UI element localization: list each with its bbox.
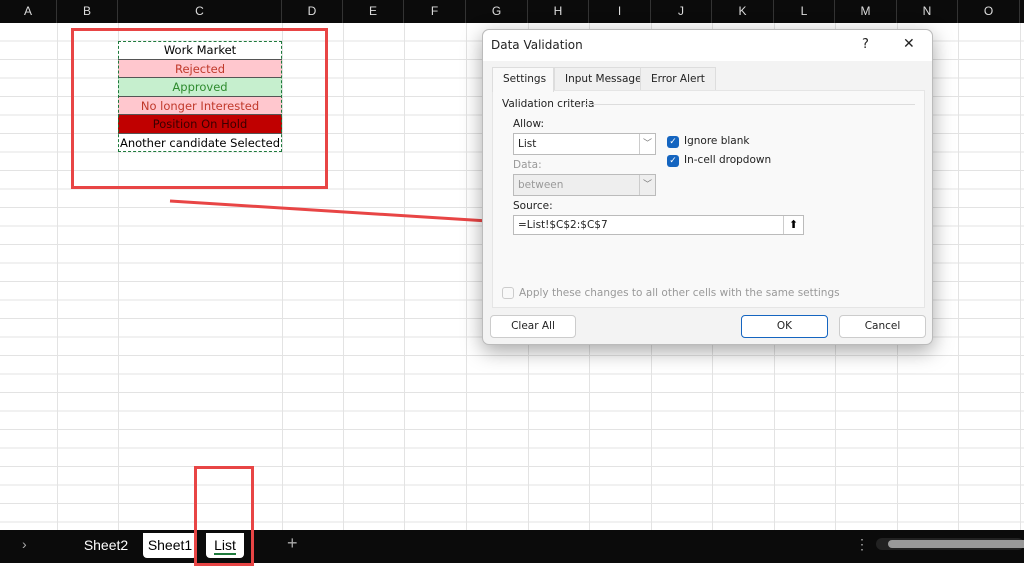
more-options-icon[interactable]: ⋮ — [855, 536, 869, 553]
data-validation-dialog: Data Validation ? ✕ Settings Input Messa… — [482, 29, 933, 345]
annotation-box-list-tab — [194, 466, 254, 566]
dialog-titlebar: Data Validation ? ✕ — [483, 30, 932, 61]
data-value: between — [518, 179, 564, 191]
horizontal-scrollbar[interactable] — [876, 538, 1024, 550]
close-icon[interactable]: ✕ — [903, 36, 915, 52]
data-select: between ﹀ — [513, 174, 656, 196]
chevron-down-icon: ﹀ — [639, 175, 655, 195]
allow-select[interactable]: List ﹀ — [513, 133, 656, 155]
clear-all-button[interactable]: Clear All — [490, 315, 576, 338]
cancel-button[interactable]: Cancel — [839, 315, 926, 338]
ignore-blank-label: Ignore blank — [684, 135, 750, 147]
collapse-upload-icon[interactable]: ⬆ — [783, 216, 803, 234]
divider — [583, 104, 915, 105]
source-label: Source: — [513, 200, 553, 212]
sheet-tab-bar: › Sheet2 Sheet1 List + ⋮ — [0, 530, 1024, 563]
apply-all-checkbox — [502, 287, 514, 299]
sheet-tab-sheet1[interactable]: Sheet1 — [143, 533, 197, 558]
dialog-title: Data Validation — [491, 38, 583, 52]
settings-panel: Validation criteria Allow: List ﹀ Data: b… — [492, 90, 925, 308]
ok-button[interactable]: OK — [741, 315, 828, 338]
sheet-tab-sheet2[interactable]: Sheet2 — [80, 533, 132, 558]
section-label: Validation criteria — [502, 98, 595, 110]
incell-dropdown-checkbox[interactable]: ✓ — [667, 155, 679, 167]
chevron-right-icon[interactable]: › — [22, 536, 27, 552]
tab-settings[interactable]: Settings — [492, 67, 554, 92]
tab-input-message[interactable]: Input Message — [554, 67, 653, 91]
source-value: =List!$C$2:$C$7 — [518, 219, 608, 231]
add-sheet-button[interactable]: + — [287, 533, 298, 554]
help-button[interactable]: ? — [862, 37, 869, 52]
allow-value: List — [518, 138, 537, 150]
ignore-blank-checkbox[interactable]: ✓ — [667, 136, 679, 148]
chevron-down-icon: ﹀ — [639, 134, 655, 154]
scrollbar-thumb[interactable] — [888, 540, 1024, 548]
allow-label: Allow: — [513, 118, 544, 130]
apply-all-label: Apply these changes to all other cells w… — [519, 287, 840, 299]
source-input[interactable]: =List!$C$2:$C$7 ⬆ — [513, 215, 804, 235]
data-label: Data: — [513, 159, 542, 171]
incell-dropdown-label: In-cell dropdown — [684, 154, 772, 166]
tab-error-alert[interactable]: Error Alert — [640, 67, 716, 91]
